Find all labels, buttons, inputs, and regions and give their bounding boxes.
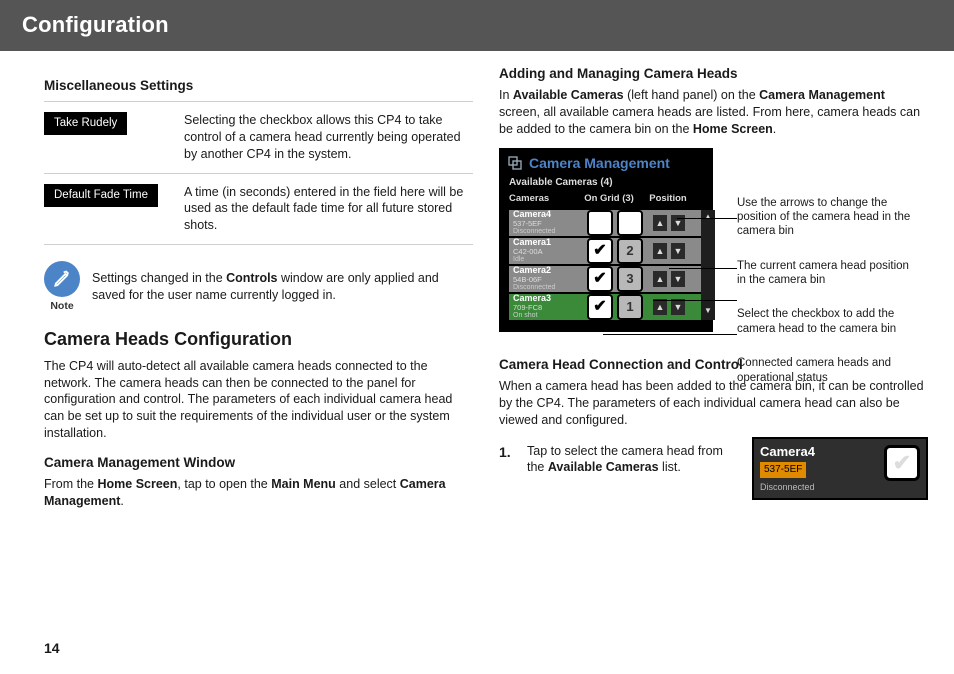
move-down-icon[interactable]: ▼ xyxy=(671,271,685,287)
cmw-heading: Camera Management Window xyxy=(44,454,473,472)
note-pencil-icon xyxy=(44,261,80,297)
chip-checkbox[interactable]: ✔ xyxy=(884,445,920,481)
page-body: Miscellaneous Settings Take Rudely Selec… xyxy=(0,51,954,518)
position-arrows: ▲▼ xyxy=(653,271,685,287)
callout-leader xyxy=(653,300,737,301)
scroll-down-icon[interactable]: ▼ xyxy=(702,306,714,318)
selected-camera-chip[interactable]: Camera4 537-5EF Disconnected ✔ xyxy=(752,437,928,500)
camera-management-panel: Camera Management Available Cameras (4) … xyxy=(499,148,713,332)
position-indicator xyxy=(617,210,643,236)
callout-status: Connected camera heads and operational s… xyxy=(737,356,919,385)
windows-icon xyxy=(507,155,523,171)
panel-scrollbar[interactable]: ▲ ▼ xyxy=(701,210,715,320)
chip-status: Disconnected xyxy=(760,481,920,493)
on-grid-checkbox[interactable] xyxy=(587,266,613,292)
amch-body: In Available Cameras (left hand panel) o… xyxy=(499,87,928,138)
camera-info: Camera1C42-00AIdle xyxy=(509,236,583,265)
page-title: Configuration xyxy=(22,12,169,37)
move-down-icon[interactable]: ▼ xyxy=(671,243,685,259)
move-up-icon[interactable]: ▲ xyxy=(653,299,667,315)
note-text: Settings changed in the Controls window … xyxy=(92,270,473,304)
camera-row[interactable]: Camera1C42-00AIdle 2 ▲▼ xyxy=(509,238,703,264)
camera-info: Camera4537-5EFDisconnected xyxy=(509,208,583,237)
callout-list: Use the arrows to change the position of… xyxy=(737,196,919,385)
position-arrows: ▲▼ xyxy=(653,243,685,259)
setting-desc: A time (in seconds) entered in the field… xyxy=(184,173,473,245)
setting-chip-take-rudely: Take Rudely xyxy=(44,112,127,136)
chip-id: 537-5EF xyxy=(760,462,806,478)
page-number: 14 xyxy=(44,639,60,658)
setting-desc: Selecting the checkbox allows this CP4 t… xyxy=(184,101,473,173)
camera-heads-config-body: The CP4 will auto-detect all available c… xyxy=(44,358,473,442)
camera-info: Camera3709-FC8On shot xyxy=(509,292,583,321)
position-arrows: ▲▼ xyxy=(653,299,685,315)
on-grid-checkbox[interactable] xyxy=(587,210,613,236)
page-header: Configuration xyxy=(0,0,954,51)
on-grid-checkbox[interactable] xyxy=(587,238,613,264)
panel-columns: Cameras On Grid (3) Position xyxy=(499,193,713,210)
callout-leader xyxy=(677,218,737,219)
right-column: Adding and Managing Camera Heads In Avai… xyxy=(499,65,928,518)
misc-settings-heading: Miscellaneous Settings xyxy=(44,77,473,95)
position-indicator: 1 xyxy=(617,294,643,320)
panel-subtitle: Available Cameras (4) xyxy=(499,176,713,193)
move-up-icon[interactable]: ▲ xyxy=(653,271,667,287)
note-caption: Note xyxy=(44,299,80,313)
chcc-body: When a camera head has been added to the… xyxy=(499,378,928,429)
position-indicator: 2 xyxy=(617,238,643,264)
camera-management-figure: Camera Management Available Cameras (4) … xyxy=(499,148,928,332)
amch-heading: Adding and Managing Camera Heads xyxy=(499,65,928,83)
panel-title: Camera Management xyxy=(529,154,670,173)
cmw-body: From the Home Screen, tap to open the Ma… xyxy=(44,476,473,510)
setting-chip-default-fade: Default Fade Time xyxy=(44,184,158,208)
move-up-icon[interactable]: ▲ xyxy=(653,243,667,259)
move-up-icon[interactable]: ▲ xyxy=(653,215,667,231)
callout-arrows: Use the arrows to change the position of… xyxy=(737,196,919,239)
step-text: Tap to select the camera head from the A… xyxy=(527,443,738,477)
camera-row[interactable]: Camera254B-06FDisconnected 3 ▲▼ xyxy=(509,266,703,292)
callout-leader xyxy=(603,334,737,335)
table-row: Take Rudely Selecting the checkbox allow… xyxy=(44,101,473,173)
on-grid-checkbox[interactable] xyxy=(587,294,613,320)
camera-row[interactable]: Camera4537-5EFDisconnected▲▼ xyxy=(509,210,703,236)
callout-leader xyxy=(669,268,737,269)
step-number: 1. xyxy=(499,443,519,477)
camera-info: Camera254B-06FDisconnected xyxy=(509,264,583,293)
move-down-icon[interactable]: ▼ xyxy=(671,299,685,315)
left-column: Miscellaneous Settings Take Rudely Selec… xyxy=(44,65,473,518)
camera-row[interactable]: Camera3709-FC8On shot 1 ▲▼ xyxy=(509,294,703,320)
misc-settings-table: Take Rudely Selecting the checkbox allow… xyxy=(44,101,473,245)
callout-checkbox: Select the checkbox to add the camera he… xyxy=(737,307,919,336)
callout-position: The current camera head position in the … xyxy=(737,259,919,288)
note-block: Note Settings changed in the Controls wi… xyxy=(44,261,473,313)
step-1: 1. Tap to select the camera head from th… xyxy=(499,443,738,477)
table-row: Default Fade Time A time (in seconds) en… xyxy=(44,173,473,245)
camera-heads-config-heading: Camera Heads Configuration xyxy=(44,327,473,351)
position-indicator: 3 xyxy=(617,266,643,292)
